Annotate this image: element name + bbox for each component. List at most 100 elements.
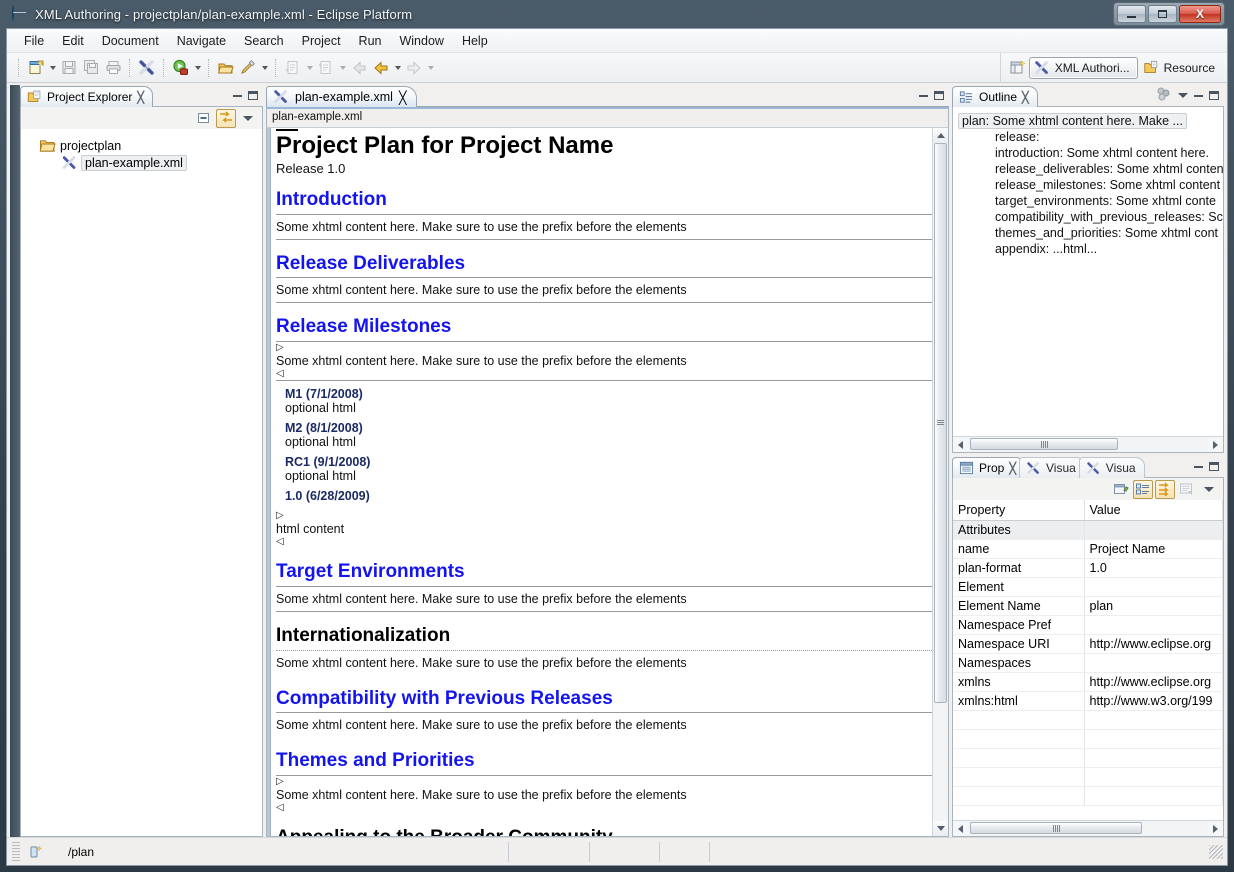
- property-value[interactable]: 1.0: [1084, 558, 1223, 578]
- run-dropdown[interactable]: [192, 57, 203, 79]
- scroll-track[interactable]: [968, 437, 1208, 452]
- next-annotation-icon[interactable]: [282, 57, 304, 79]
- close-icon[interactable]: ╳: [399, 90, 407, 105]
- xml-authoring-icon[interactable]: [136, 57, 158, 79]
- editor-breadcrumb[interactable]: plan-example.xml: [266, 109, 949, 128]
- scroll-left-button[interactable]: [953, 437, 968, 452]
- table-row[interactable]: [953, 748, 1223, 768]
- close-icon[interactable]: ╳: [1009, 462, 1016, 475]
- table-row[interactable]: xmlns http://www.eclipse.org: [953, 672, 1223, 692]
- close-icon[interactable]: ╳: [1022, 91, 1029, 104]
- scroll-track[interactable]: [933, 143, 948, 821]
- properties-horizontal-scrollbar[interactable]: [953, 820, 1223, 836]
- minimize-editor-icon[interactable]: [919, 94, 928, 97]
- previous-annotation-dropdown[interactable]: [337, 57, 348, 79]
- property-value[interactable]: http://www.eclipse.org: [1084, 634, 1223, 654]
- editor-vertical-scrollbar[interactable]: [932, 128, 948, 836]
- scroll-down-button[interactable]: [933, 821, 948, 836]
- maximize-view-icon[interactable]: [248, 90, 258, 100]
- menu-edit[interactable]: Edit: [53, 31, 93, 51]
- menu-navigate[interactable]: Navigate: [168, 31, 235, 51]
- property-value[interactable]: http://www.w3.org/199: [1084, 691, 1223, 711]
- forward-nav-icon[interactable]: [403, 57, 425, 79]
- scroll-right-button[interactable]: [1208, 821, 1223, 836]
- menu-help[interactable]: Help: [453, 31, 497, 51]
- forward-history-icon[interactable]: [370, 57, 392, 79]
- new-wizard-icon[interactable]: [25, 57, 47, 79]
- view-menu-icon[interactable]: [1178, 92, 1188, 98]
- minimize-view-icon[interactable]: [233, 94, 242, 97]
- restore-default-icon[interactable]: [1177, 480, 1197, 499]
- view-menu-icon[interactable]: [1199, 480, 1219, 499]
- property-value[interactable]: [1084, 748, 1223, 768]
- save-all-icon[interactable]: [80, 57, 102, 79]
- property-value[interactable]: plan: [1084, 596, 1223, 616]
- perspective-resource[interactable]: Resource: [1138, 57, 1223, 79]
- outline-item-release[interactable]: release:: [953, 129, 1223, 145]
- table-row[interactable]: Element: [953, 577, 1223, 597]
- outline-item-target-environments[interactable]: target_environments: Some xhtml conte: [953, 193, 1223, 209]
- menu-run[interactable]: Run: [350, 31, 391, 51]
- close-icon[interactable]: ╳: [137, 91, 144, 104]
- open-resource-icon[interactable]: [215, 57, 237, 79]
- table-row[interactable]: [953, 786, 1223, 806]
- minimize-button[interactable]: [1117, 5, 1146, 23]
- column-header-property[interactable]: Property: [953, 500, 1085, 521]
- property-value[interactable]: [1084, 729, 1223, 749]
- property-value[interactable]: [1084, 786, 1223, 806]
- properties-table[interactable]: Property Value Attributes name Project Na…: [952, 500, 1224, 837]
- property-value[interactable]: [1084, 710, 1223, 730]
- tab-properties[interactable]: Prop ╳: [952, 457, 1025, 478]
- tab-visual-2[interactable]: Visua: [1078, 457, 1145, 478]
- table-row[interactable]: [953, 710, 1223, 730]
- table-row[interactable]: plan-format 1.0: [953, 558, 1223, 578]
- fast-view-rail[interactable]: [10, 85, 20, 837]
- editor-canvas[interactable]: Project Plan for Project Name Release 1.…: [266, 128, 949, 837]
- tree-item-projectplan[interactable]: projectplan: [39, 137, 262, 154]
- status-drag-handle[interactable]: [12, 841, 20, 862]
- outline-item-release-deliverables[interactable]: release_deliverables: Some xhtml conten: [953, 161, 1223, 177]
- search-marker-dropdown[interactable]: [259, 57, 270, 79]
- table-row[interactable]: [953, 767, 1223, 787]
- project-explorer-tree[interactable]: projectplan plan-example.xml: [20, 129, 263, 837]
- menu-document[interactable]: Document: [93, 31, 168, 51]
- next-annotation-dropdown[interactable]: [304, 57, 315, 79]
- maximize-button[interactable]: [1148, 5, 1177, 23]
- tab-project-explorer[interactable]: Project Explorer ╳: [20, 86, 153, 107]
- print-icon[interactable]: [102, 57, 124, 79]
- menu-project[interactable]: Project: [293, 31, 350, 51]
- menu-window[interactable]: Window: [390, 31, 452, 51]
- table-row[interactable]: Namespace Pref: [953, 615, 1223, 635]
- property-value[interactable]: http://www.eclipse.org: [1084, 672, 1223, 692]
- maximize-view-icon[interactable]: [1209, 461, 1219, 471]
- column-header-value[interactable]: Value: [1084, 500, 1223, 521]
- outline-tree[interactable]: plan: Some xhtml content here. Make ... …: [952, 107, 1224, 453]
- collapse-all-icon[interactable]: [194, 109, 214, 128]
- outline-item-release-milestones[interactable]: release_milestones: Some xhtml content: [953, 177, 1223, 193]
- outline-item-themes-and-priorities[interactable]: themes_and_priorities: Some xhtml cont: [953, 225, 1223, 241]
- show-categories-icon[interactable]: [1133, 479, 1153, 499]
- scroll-thumb[interactable]: [934, 143, 947, 703]
- view-menu-icon[interactable]: [238, 109, 258, 128]
- property-value[interactable]: [1084, 615, 1223, 635]
- save-icon[interactable]: [58, 57, 80, 79]
- table-row[interactable]: name Project Name: [953, 539, 1223, 559]
- maximize-view-icon[interactable]: [1209, 90, 1219, 100]
- tree-item-plan-example[interactable]: plan-example.xml: [39, 154, 262, 172]
- outline-item-appendix[interactable]: appendix: ...html...: [953, 241, 1223, 257]
- tab-outline[interactable]: Outline ╳: [952, 86, 1038, 107]
- resize-grip[interactable]: [1209, 844, 1223, 859]
- property-value[interactable]: Project Name: [1084, 539, 1223, 559]
- tab-visual-1[interactable]: Visua: [1018, 457, 1085, 478]
- show-advanced-icon[interactable]: [1155, 479, 1175, 499]
- scroll-right-button[interactable]: [1208, 437, 1223, 452]
- link-with-editor-icon[interactable]: [216, 108, 236, 128]
- forward-history-dropdown[interactable]: [392, 57, 403, 79]
- table-row[interactable]: Namespace URI http://www.eclipse.org: [953, 634, 1223, 654]
- table-row[interactable]: Attributes: [953, 520, 1223, 540]
- perspective-xml-authoring[interactable]: XML Authori...: [1028, 57, 1138, 79]
- menu-search[interactable]: Search: [235, 31, 293, 51]
- table-row[interactable]: Element Name plan: [953, 596, 1223, 616]
- back-history-icon[interactable]: [348, 57, 370, 79]
- scroll-up-button[interactable]: [933, 128, 948, 143]
